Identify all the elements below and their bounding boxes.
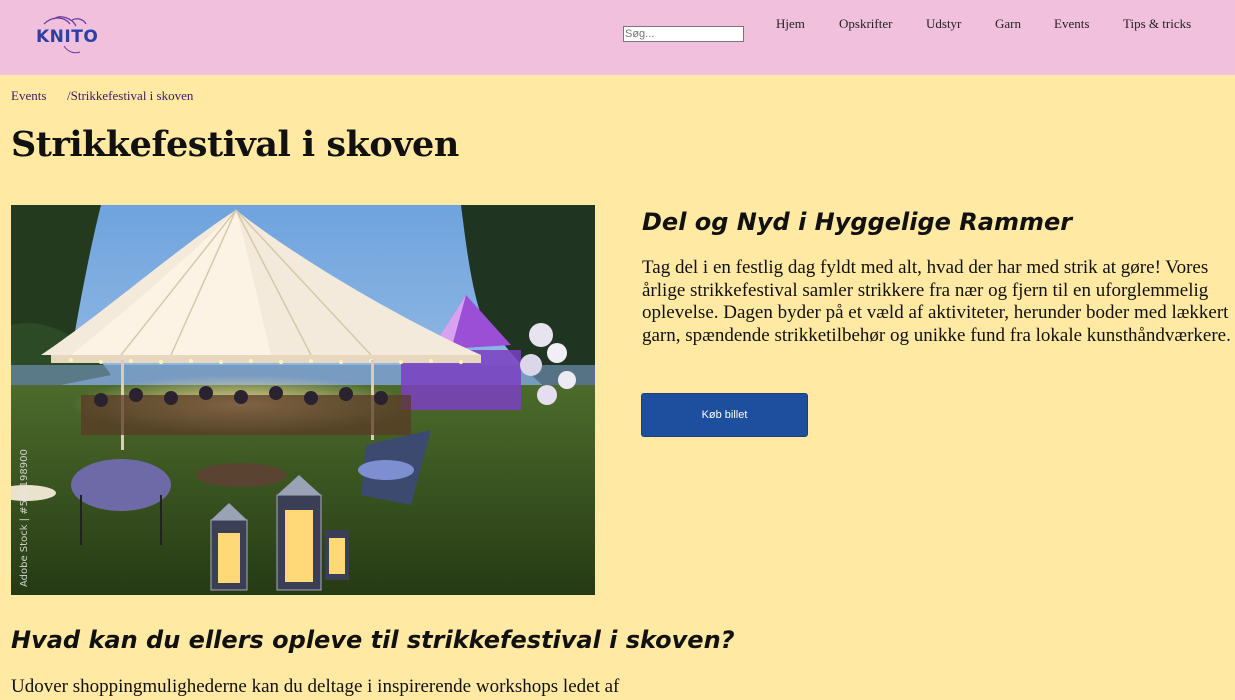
nav-tips-tricks[interactable]: Tips & tricks bbox=[1123, 16, 1191, 32]
site-header: KNITO Hjem Opskrifter Udstyr Garn Events… bbox=[0, 0, 1235, 75]
breadcrumb-events[interactable]: Events bbox=[11, 88, 46, 104]
page-title: Strikkefestival i skoven bbox=[11, 124, 459, 165]
nav-garn[interactable]: Garn bbox=[995, 16, 1021, 32]
nav-events[interactable]: Events bbox=[1054, 16, 1089, 32]
main-nav: Hjem Opskrifter Udstyr Garn Events Tips … bbox=[0, 16, 1235, 36]
intro-heading: Del og Nyd i Hyggelige Rammer bbox=[642, 208, 1073, 236]
nav-udstyr[interactable]: Udstyr bbox=[926, 16, 961, 32]
intro-paragraph: Tag del i en festlig dag fyldt med alt, … bbox=[642, 257, 1231, 346]
breadcrumb-current: /Strikkefestival i skoven bbox=[67, 88, 194, 103]
buy-ticket-button[interactable]: Køb billet bbox=[641, 393, 808, 437]
photo-credit: Adobe Stock | #502198900 bbox=[19, 449, 30, 587]
more-heading: Hvad kan du ellers opleve til strikkefes… bbox=[11, 626, 735, 654]
more-text: Udover shoppingmulighederne kan du delta… bbox=[11, 676, 620, 697]
festival-photo: Adobe Stock | #502198900 bbox=[11, 205, 595, 595]
nav-hjem[interactable]: Hjem bbox=[776, 16, 805, 32]
nav-opskrifter[interactable]: Opskrifter bbox=[839, 16, 892, 32]
